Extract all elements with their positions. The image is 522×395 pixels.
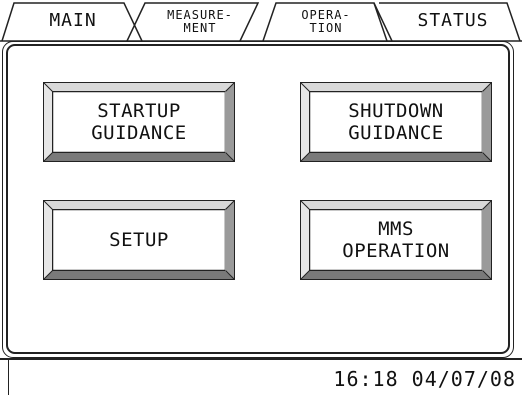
startup-guidance-button[interactable]: STARTUP GUIDANCE xyxy=(43,82,235,162)
tab-operation-label-line1: OPERA- xyxy=(301,7,351,22)
shutdown-guidance-label-line1: SHUTDOWN xyxy=(348,100,444,122)
tab-operation[interactable]: OPERA- TION xyxy=(280,4,372,38)
tab-status-label: STATUS xyxy=(417,10,489,31)
tab-main[interactable]: MAIN xyxy=(24,4,122,38)
tab-main-label: MAIN xyxy=(49,10,97,31)
shutdown-guidance-label-line2: GUIDANCE xyxy=(348,122,444,144)
setup-button[interactable]: SETUP xyxy=(43,200,235,280)
tab-status[interactable]: STATUS xyxy=(398,4,508,38)
tab-measurement-label-line1: MEASURE- xyxy=(167,7,233,22)
tab-measurement-label-line2: MENT xyxy=(183,20,217,35)
startup-guidance-label-line1: STARTUP xyxy=(97,100,181,122)
tab-measurement[interactable]: MEASURE- MENT xyxy=(146,4,254,38)
setup-label: SETUP xyxy=(109,229,169,251)
mms-operation-label-line2: OPERATION xyxy=(342,240,450,262)
tab-operation-label-line2: TION xyxy=(309,20,343,35)
tab-bar: MAIN MEASURE- MENT OPERA- TION STATUS xyxy=(0,0,522,42)
clock-datetime: 16:18 04/07/08 xyxy=(333,367,516,391)
shutdown-guidance-button[interactable]: SHUTDOWN GUIDANCE xyxy=(300,82,492,162)
startup-guidance-label-line2: GUIDANCE xyxy=(91,122,187,144)
status-bar-divider xyxy=(8,360,9,395)
status-bar: 16:18 04/07/08 xyxy=(0,358,522,395)
mms-operation-button[interactable]: MMS OPERATION xyxy=(300,200,492,280)
mms-operation-label-line1: MMS xyxy=(378,218,414,240)
